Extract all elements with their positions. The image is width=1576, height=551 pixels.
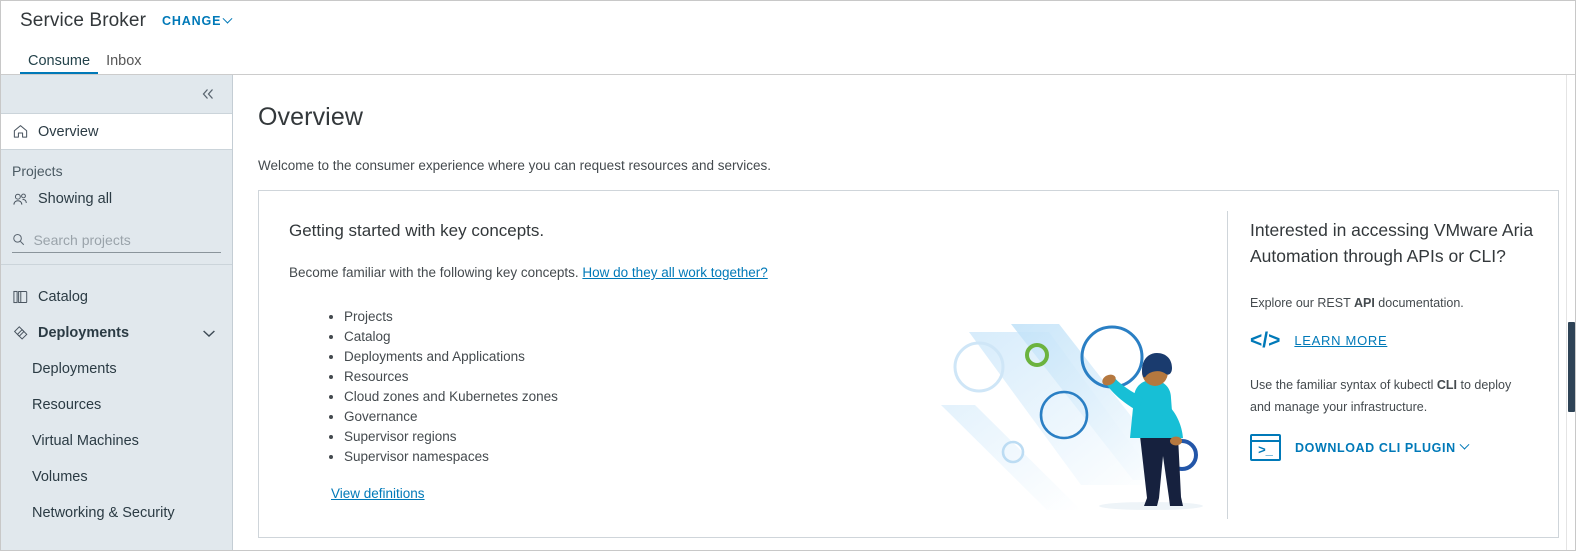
tab-inbox[interactable]: Inbox: [98, 53, 149, 76]
card-heading: Getting started with key concepts.: [289, 221, 545, 240]
sidebar-item-volumes[interactable]: Volumes: [1, 459, 232, 495]
projects-search[interactable]: [12, 231, 221, 253]
download-cli-plugin-label: DOWNLOAD CLI PLUGIN: [1295, 439, 1470, 455]
code-brackets-icon: </>: [1250, 329, 1281, 352]
change-label: CHANGE: [162, 14, 222, 28]
home-icon: [13, 125, 28, 138]
view-definitions-link[interactable]: View definitions: [331, 486, 425, 501]
sidebar-group-label: Deployments: [38, 325, 130, 341]
api-text-before: Explore our REST: [1250, 296, 1354, 310]
app-title: Service Broker: [20, 10, 146, 31]
sidebar-item-overview[interactable]: Overview: [1, 114, 232, 150]
cli-text-bold: CLI: [1436, 378, 1458, 392]
double-chevron-left-icon: [202, 89, 213, 99]
card-right-pane: Interested in accessing VMware Aria Auto…: [1228, 191, 1558, 537]
page-subtitle: Welcome to the consumer experience where…: [258, 158, 772, 173]
main-content: Overview Welcome to the consumer experie…: [233, 75, 1575, 550]
scrollbar-thumb[interactable]: [1568, 322, 1575, 413]
list-item: Supervisor namespaces: [344, 447, 1227, 467]
page-title: Overview: [258, 103, 363, 131]
app-body: Overview Projects Showing all Search pro…: [1, 75, 1575, 550]
brand-row: Service Broker CHANGE: [1, 1, 1575, 32]
sidebar: Overview Projects Showing all Search pro…: [1, 75, 233, 550]
projects-showing-selector[interactable]: Showing all: [1, 188, 232, 210]
api-text-after: documentation.: [1374, 296, 1464, 310]
search-projects-input[interactable]: [33, 231, 221, 248]
chevron-down-icon: [1459, 439, 1470, 450]
api-cli-heading: Interested in accessing VMware Aria Auto…: [1250, 220, 1534, 266]
deployments-icon: [13, 326, 28, 340]
sidebar-nav: Catalog Deployments Deployments Resource…: [1, 265, 232, 531]
cli-description: Use the familiar syntax of kubectl CLI t…: [1250, 374, 1530, 418]
sidebar-item-networking-security[interactable]: Networking & Security: [1, 495, 232, 531]
projects-label: Projects: [12, 163, 63, 179]
download-cli-plugin-text: DOWNLOAD CLI PLUGIN: [1295, 440, 1456, 455]
api-description: Explore our REST API documentation.: [1250, 292, 1530, 314]
change-org-button[interactable]: CHANGE: [162, 13, 233, 28]
list-item: Cloud zones and Kubernetes zones: [344, 387, 1227, 407]
users-icon: [13, 193, 27, 205]
getting-started-card: Getting started with key concepts. Becom…: [258, 190, 1559, 538]
chevron-down-icon: [203, 329, 215, 337]
search-icon: [13, 234, 25, 246]
sidebar-group-deployments[interactable]: Deployments: [1, 315, 232, 351]
catalog-icon: [13, 290, 28, 304]
chevron-down-icon: [222, 13, 233, 24]
projects-showing-label: Showing all: [38, 191, 113, 207]
list-item: Resources: [344, 367, 1227, 387]
learn-more-label: LEARN MORE: [1294, 333, 1388, 348]
list-item: Catalog: [344, 327, 1227, 347]
sidebar-projects-section: Projects Showing all: [1, 150, 232, 265]
sidebar-item-deployments[interactable]: Deployments: [1, 351, 232, 387]
api-text-bold: API: [1353, 296, 1375, 310]
sidebar-collapse-button[interactable]: [1, 75, 232, 114]
sidebar-item-label: Overview: [38, 123, 99, 140]
main-tabs: Consume Inbox: [1, 44, 1575, 75]
learn-more-button[interactable]: </> LEARN MORE: [1250, 330, 1558, 351]
sidebar-item-resources[interactable]: Resources: [1, 387, 232, 423]
key-concepts-list: Projects Catalog Deployments and Applica…: [289, 307, 1227, 467]
sidebar-item-label: Catalog: [38, 289, 88, 305]
sidebar-item-catalog[interactable]: Catalog: [1, 279, 232, 315]
cli-text-before: Use the familiar syntax of kubectl: [1250, 378, 1437, 392]
card-intro-text: Become familiar with the following key c…: [289, 265, 579, 280]
tab-consume[interactable]: Consume: [20, 53, 99, 76]
terminal-icon: >_: [1250, 434, 1281, 461]
card-left-pane: Getting started with key concepts. Becom…: [259, 191, 1227, 537]
card-intro: Become familiar with the following key c…: [289, 265, 1227, 280]
application-window: Service Broker CHANGE Consume Inbox Over…: [0, 0, 1576, 551]
how-do-they-work-together-link[interactable]: How do they all work together?: [582, 265, 767, 280]
app-header: Service Broker CHANGE Consume Inbox: [1, 1, 1575, 75]
list-item: Projects: [344, 307, 1227, 327]
list-item: Governance: [344, 407, 1227, 427]
list-item: Supervisor regions: [344, 427, 1227, 447]
list-item: Deployments and Applications: [344, 347, 1227, 367]
sidebar-nav-scroll: Catalog Deployments Deployments Resource…: [1, 265, 232, 550]
download-cli-plugin-button[interactable]: >_ DOWNLOAD CLI PLUGIN: [1250, 434, 1558, 461]
sidebar-item-virtual-machines[interactable]: Virtual Machines: [1, 423, 232, 459]
vertical-scrollbar[interactable]: [1566, 75, 1575, 550]
